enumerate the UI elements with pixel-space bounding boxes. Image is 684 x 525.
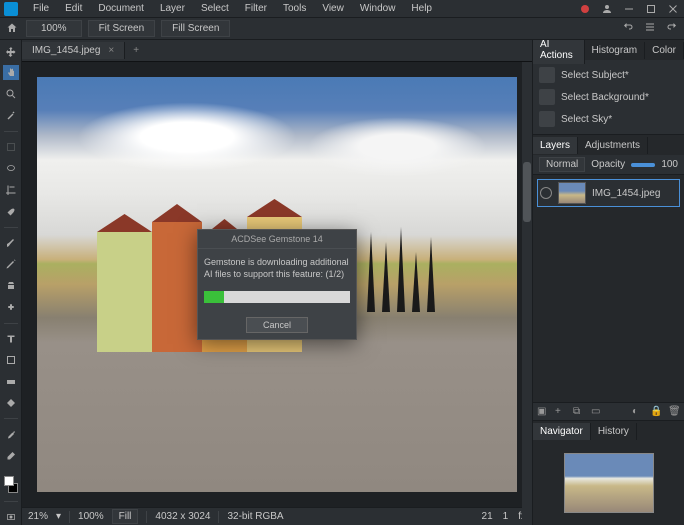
crop-tool-icon[interactable] [3, 182, 19, 197]
menu-help[interactable]: Help [404, 1, 439, 16]
tab-color[interactable]: Color [645, 42, 684, 59]
menu-layer[interactable]: Layer [153, 1, 192, 16]
download-dialog: ACDSee Gemstone 14 Gemstone is downloadi… [197, 229, 357, 339]
visibility-icon[interactable] [540, 187, 552, 199]
menubar: File Edit Document Layer Select Filter T… [0, 0, 684, 18]
tab-document[interactable]: IMG_1454.jpeg × [22, 42, 125, 59]
layer-name: IMG_1454.jpeg [592, 188, 660, 199]
maximize-icon[interactable] [644, 2, 658, 16]
eyedropper-tool-icon[interactable] [3, 427, 19, 442]
clone-tool-icon[interactable] [3, 278, 19, 293]
group-icon[interactable]: ▭ [591, 406, 603, 418]
navigator-thumbnail[interactable] [564, 453, 654, 513]
opacity-slider[interactable] [631, 163, 655, 167]
status-dimensions: 4032 x 3024 [155, 511, 210, 522]
status-zoom: 21% [28, 511, 48, 522]
heal-tool-icon[interactable] [3, 299, 19, 314]
duplicate-icon[interactable]: ⧉ [573, 406, 585, 418]
add-layer2-icon[interactable]: + [555, 406, 567, 418]
opacity-label: Opacity [591, 159, 625, 170]
status-value-1: 21 [482, 511, 493, 522]
mask-tool-icon[interactable] [3, 510, 19, 525]
gradient-tool-icon[interactable] [3, 374, 19, 389]
lasso-tool-icon[interactable] [3, 161, 19, 176]
brush-tool-icon[interactable] [3, 236, 19, 251]
undo-icon[interactable] [622, 21, 634, 36]
status-value-2: 1 [503, 511, 509, 522]
tab-adjustments[interactable]: Adjustments [578, 137, 648, 154]
pencil-tool-icon[interactable] [3, 257, 19, 272]
marquee-tool-icon[interactable] [3, 140, 19, 155]
status-fill-pct: 100% [78, 511, 104, 522]
mask-icon[interactable]: ◐ [632, 406, 644, 418]
progress-bar [204, 291, 350, 303]
document-tabs: IMG_1454.jpeg × + [22, 40, 532, 62]
minimize-icon[interactable] [622, 2, 636, 16]
menu-filter[interactable]: Filter [238, 1, 274, 16]
app-logo [4, 2, 18, 16]
dialog-title: ACDSee Gemstone 14 [198, 230, 356, 249]
background-icon [539, 89, 555, 105]
menu-file[interactable]: File [26, 1, 56, 16]
zoom-input[interactable]: 100% [26, 20, 82, 37]
shape-tool-icon[interactable] [3, 353, 19, 368]
menu-document[interactable]: Document [91, 1, 151, 16]
eraser-tool-icon[interactable] [3, 449, 19, 464]
right-panels: AI Actions Histogram Color Select Subjec… [532, 40, 684, 525]
ai-select-background[interactable]: Select Background* [535, 86, 682, 108]
hand-tool-icon[interactable] [3, 65, 19, 80]
delete-icon[interactable]: 🗑 [668, 406, 680, 418]
blend-mode-select[interactable]: Normal [539, 157, 585, 172]
menu-view[interactable]: View [315, 1, 351, 16]
new-tab-icon[interactable]: + [125, 45, 147, 56]
tab-layers[interactable]: Layers [533, 137, 578, 154]
dialog-message: Gemstone is downloading additional AI fi… [204, 257, 350, 280]
status-color-mode: 32-bit RGBA [227, 511, 283, 522]
wand-tool-icon[interactable] [3, 108, 19, 123]
ai-select-sky[interactable]: Select Sky* [535, 108, 682, 130]
tool-palette [0, 40, 22, 525]
layer-thumbnail [558, 182, 586, 204]
fit-screen-button[interactable]: Fit Screen [88, 20, 156, 37]
zoom-tool-icon[interactable] [3, 86, 19, 101]
tab-label: IMG_1454.jpeg [32, 45, 100, 56]
menu-window[interactable]: Window [353, 1, 403, 16]
fill-tool-icon[interactable] [3, 395, 19, 410]
history-list-icon[interactable] [644, 21, 656, 36]
home-icon[interactable] [6, 22, 20, 36]
redo-icon[interactable] [666, 21, 678, 36]
opacity-value: 100 [661, 159, 678, 170]
fill-screen-button[interactable]: Fill Screen [161, 20, 230, 37]
chevron-down-icon[interactable]: ▾ [56, 511, 61, 522]
menu-edit[interactable]: Edit [58, 1, 89, 16]
vertical-scrollbar[interactable] [522, 62, 532, 525]
menu-select[interactable]: Select [194, 1, 236, 16]
toolbar: 100% Fit Screen Fill Screen [0, 18, 684, 40]
cart-icon[interactable] [578, 2, 592, 16]
color-swatch[interactable] [4, 476, 18, 493]
tab-navigator[interactable]: Navigator [533, 423, 591, 440]
ai-select-subject[interactable]: Select Subject* [535, 64, 682, 86]
close-icon[interactable] [666, 2, 680, 16]
status-bar: 21% ▾ 100% Fill 4032 x 3024 32-bit RGBA … [22, 507, 532, 525]
add-layer-icon[interactable]: ▣ [537, 406, 549, 418]
cancel-button[interactable]: Cancel [246, 317, 308, 333]
text-tool-icon[interactable] [3, 331, 19, 346]
menu-tools[interactable]: Tools [276, 1, 313, 16]
tab-close-icon[interactable]: × [108, 45, 114, 56]
tab-histogram[interactable]: Histogram [585, 42, 646, 59]
lock-icon[interactable]: 🔒 [650, 406, 662, 418]
layer-item[interactable]: IMG_1454.jpeg [537, 179, 680, 207]
subject-icon [539, 67, 555, 83]
tab-history[interactable]: History [591, 423, 637, 440]
canvas[interactable]: ACDSee Gemstone 14 Gemstone is downloadi… [22, 62, 532, 507]
sky-icon [539, 111, 555, 127]
selection-brush-icon[interactable] [3, 203, 19, 218]
user-icon[interactable] [600, 2, 614, 16]
move-tool-icon[interactable] [3, 44, 19, 59]
status-fill-select[interactable]: Fill [112, 509, 139, 524]
